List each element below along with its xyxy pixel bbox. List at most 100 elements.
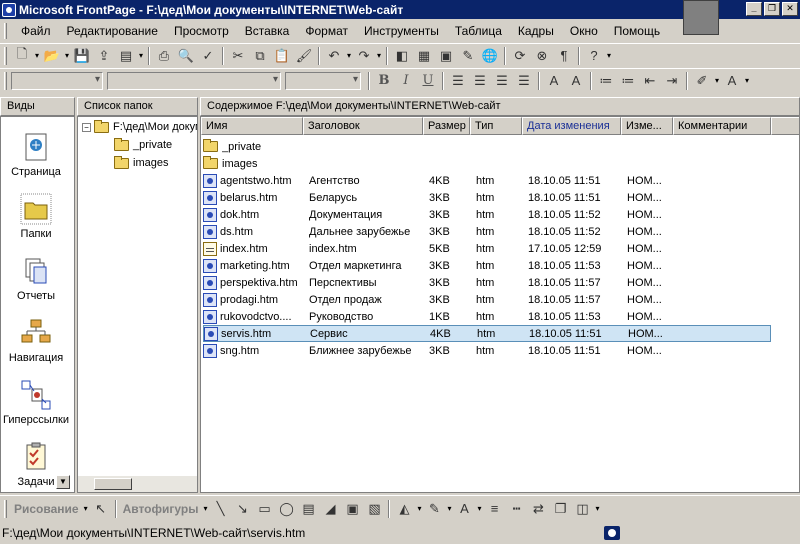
shadow-icon[interactable]: ❐ [549,499,571,519]
font-select[interactable] [107,71,281,90]
autoshapes-button[interactable]: Автофигуры [120,502,202,516]
fill-color-icon[interactable]: ◭ [393,499,415,519]
open-dropdown-icon[interactable]: ▾ [63,51,71,60]
save-icon[interactable]: 💾 [71,46,93,66]
fill-dropdown-icon[interactable]: ▾ [415,504,423,513]
copy-icon[interactable]: ⧉ [249,46,271,66]
bullets-icon[interactable]: ≔ [617,71,639,91]
textbox-icon[interactable]: ▤ [297,499,319,519]
undo-dropdown-icon[interactable]: ▾ [345,51,353,60]
dash-style-icon[interactable]: ┅ [505,499,527,519]
align-right-icon[interactable]: ☰ [491,71,513,91]
collapse-icon[interactable]: − [82,122,91,132]
col-type[interactable]: Тип [470,117,522,135]
font-color-draw-icon[interactable]: A [453,499,475,519]
hyperlink-icon[interactable]: 🌐 [479,46,501,66]
menu-window[interactable]: Окно [562,24,606,38]
restore-button[interactable]: ❐ [764,2,780,16]
new-dropdown-icon[interactable]: ▾ [33,51,41,60]
toolbar-grip[interactable] [4,46,7,65]
decrease-indent-icon[interactable]: ⇤ [639,71,661,91]
file-row[interactable]: agentstwo.htm Агентство 4KB htm 18.10.05 11:… [203,172,771,189]
oval-icon[interactable]: ◯ [275,499,297,519]
wordart-icon[interactable]: ◢ [319,499,341,519]
increase-font-icon[interactable]: A [543,71,565,91]
rectangle-icon[interactable]: ▭ [253,499,275,519]
stop-icon[interactable]: ⊗ [531,46,553,66]
menu-view[interactable]: Просмотр [166,24,237,38]
autoshapes-dropdown-icon[interactable]: ▾ [201,504,209,513]
view-navigation[interactable]: Навигация [1,317,71,364]
col-modified[interactable]: Дата изменения [522,117,621,135]
draw-dropdown-icon[interactable]: ▾ [82,504,90,513]
highlight-icon[interactable]: ✐ [691,71,713,91]
menu-tools[interactable]: Инструменты [356,24,447,38]
italic-button[interactable]: I [395,71,417,91]
font-size-select[interactable] [285,71,361,90]
style-select[interactable] [11,71,103,90]
print-icon[interactable]: ⎙ [153,46,175,66]
menubar-grip[interactable] [4,23,7,39]
col-modified-by[interactable]: Изме... [621,117,673,135]
select-objects-icon[interactable]: ↖ [90,499,112,519]
align-left-icon[interactable]: ☰ [447,71,469,91]
arrow-style-icon[interactable]: ⇄ [527,499,549,519]
line-color-dropdown-icon[interactable]: ▾ [445,504,453,513]
menu-frames[interactable]: Кадры [510,24,562,38]
toolbar-grip[interactable] [4,71,7,90]
line-color-icon[interactable]: ✎ [423,499,445,519]
preview-icon[interactable]: 🔍 [175,46,197,66]
file-row[interactable]: dok.htm Документация 3KB htm 18.10.05 11:52 H… [203,206,771,223]
file-row[interactable]: index.htm index.htm 5KB htm 17.10.05 12:59 HO… [203,240,771,257]
open-folder-icon[interactable]: 📂 [41,46,63,66]
format-painter-icon[interactable]: 🖌 [293,46,315,66]
align-center-icon[interactable]: ☰ [469,71,491,91]
refresh-icon[interactable]: ⟳ [509,46,531,66]
web-component-icon[interactable]: ◧ [391,46,413,66]
view-page[interactable]: Страница [1,131,71,178]
toolbar-grip[interactable] [4,499,7,518]
font-color-icon[interactable]: A [721,71,743,91]
file-row[interactable]: servis.htm Сервис 4KB htm 18.10.05 11:51 HOM.… [203,325,771,342]
close-button[interactable]: ✕ [782,2,798,16]
menu-table[interactable]: Таблица [447,24,510,38]
insert-table-icon[interactable]: ▦ [413,46,435,66]
arrow-icon[interactable]: ↘ [231,499,253,519]
file-row[interactable]: ds.htm Дальнее зарубежье 3KB htm 18.10.05 11… [203,223,771,240]
undo-icon[interactable]: ↶ [323,46,345,66]
clipart-icon[interactable]: ▣ [341,499,363,519]
menu-help[interactable]: Помощь [606,24,668,38]
decrease-font-icon[interactable]: A [565,71,587,91]
col-name[interactable]: Имя [201,117,303,135]
file-row[interactable]: marketing.htm Отдел маркетинга 3KB htm 18.10… [203,257,771,274]
menu-file[interactable]: Файл [13,24,59,38]
toggle-pane-icon[interactable]: ▤ [115,46,137,66]
line-style-icon[interactable]: ≡ [483,499,505,519]
publish-web-icon[interactable]: ⇪ [93,46,115,66]
new-page-icon[interactable]: 🗋 [11,46,33,66]
justify-icon[interactable]: ☰ [513,71,535,91]
increase-indent-icon[interactable]: ⇥ [661,71,683,91]
folders-hscroll-thumb[interactable] [94,478,132,490]
spelling-icon[interactable]: ✓ [197,46,219,66]
draw-options-icon[interactable]: ▾ [593,504,601,513]
view-hyperlinks[interactable]: Гиперссылки [1,379,71,426]
view-folders[interactable]: Папки [1,193,71,240]
file-row[interactable]: sng.htm Ближнее зарубежье 3KB htm 18.10.05 1… [203,342,771,359]
col-comments[interactable]: Комментарии [673,117,771,135]
paste-icon[interactable]: 📋 [271,46,293,66]
bold-button[interactable]: B [373,71,395,91]
toolbar-options-icon[interactable]: ▾ [605,51,613,60]
file-row[interactable]: perspektiva.htm Перспективы 3KB htm 18.10.05… [203,274,771,291]
numbering-icon[interactable]: ≔ [595,71,617,91]
tree-root[interactable]: − F:\дед\Мои документы\INTERNET\Web-сайт [82,119,197,133]
minimize-button[interactable]: _ [746,2,762,16]
views-scroll-down-icon[interactable]: ▼ [56,475,70,489]
picture-icon[interactable]: ▧ [363,499,385,519]
file-row[interactable]: belarus.htm Беларусь 3KB htm 18.10.05 11:51 H… [203,189,771,206]
draw-menu-button[interactable]: Рисование [11,502,82,516]
menu-format[interactable]: Формат [297,24,356,38]
col-title[interactable]: Заголовок [303,117,423,135]
underline-button[interactable]: U [417,71,439,91]
file-row[interactable]: rukovodctvo.... Руководство 1KB htm 18.10.05… [203,308,771,325]
